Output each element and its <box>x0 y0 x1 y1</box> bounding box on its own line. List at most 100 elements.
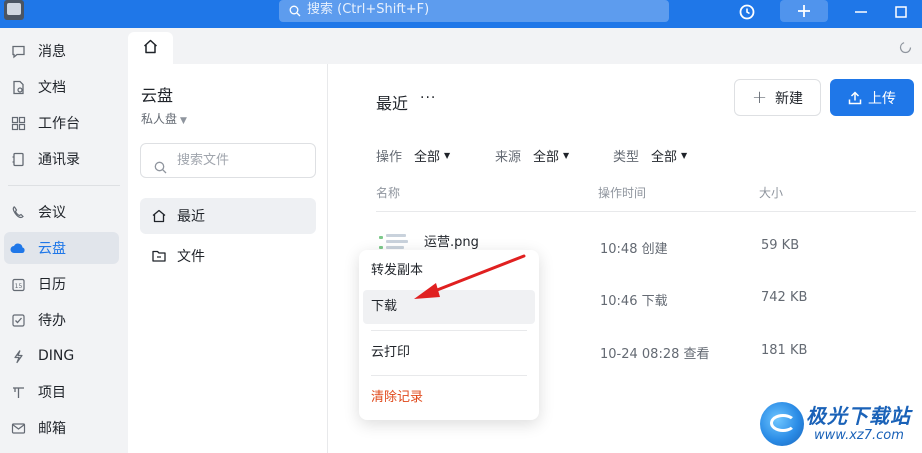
nav-item-label: 工作台 <box>38 116 80 132</box>
watermark-brand: 极光下载站 <box>806 404 911 428</box>
filter-label: 来源 <box>495 150 522 165</box>
nav-item-contacts[interactable]: 通讯录 <box>4 143 119 175</box>
chevron-down-icon: ▼ <box>180 116 187 126</box>
tab-home[interactable] <box>128 32 173 64</box>
nav-item-label: 消息 <box>38 44 66 60</box>
upload-button[interactable]: 上传 <box>830 79 914 116</box>
filter-type[interactable]: 类型 全部 ▼ <box>613 146 687 165</box>
nav-item-messages[interactable]: 消息 <box>4 35 119 67</box>
watermark-logo-icon <box>760 402 804 446</box>
message-icon <box>10 43 26 59</box>
header-divider <box>376 211 916 212</box>
nav-item-cloud-drive[interactable]: 云盘 <box>4 232 119 264</box>
nav-item-label: 邮箱 <box>38 421 66 437</box>
new-button-label: 新建 <box>775 90 804 107</box>
search-icon <box>289 4 301 24</box>
plus-icon: + <box>751 87 768 108</box>
upload-button-label: 上传 <box>868 90 896 107</box>
nav-item-project[interactable]: 项目 <box>4 376 119 408</box>
drive-switcher[interactable]: 私人盘 ▼ <box>141 110 187 127</box>
filter-operation[interactable]: 操作 全部 ▼ <box>376 146 450 165</box>
row-time: 10:48 创建 <box>600 242 668 257</box>
global-search-input[interactable]: 搜索 (Ctrl+Shift+F) <box>279 0 669 22</box>
nav-item-label: 会议 <box>38 205 66 221</box>
ding-icon <box>10 348 26 364</box>
file-search-placeholder: 搜索文件 <box>177 153 230 168</box>
file-search-input[interactable]: 搜索文件 <box>140 143 316 178</box>
nav-item-ding[interactable]: DING <box>4 340 119 372</box>
filter-value: 全部 <box>533 150 560 165</box>
svg-text:15: 15 <box>14 283 22 290</box>
nav-item-workbench[interactable]: 工作台 <box>4 107 119 139</box>
folder-icon <box>151 248 167 264</box>
column-header-time[interactable]: 操作时间 <box>598 184 646 201</box>
menu-item-cloud-print[interactable]: 云打印 <box>363 336 535 370</box>
drive-title: 云盘 <box>141 86 174 105</box>
nav-item-calendar[interactable]: 15 日历 <box>4 268 119 300</box>
nav-item-docs[interactable]: 文档 <box>4 71 119 103</box>
drive-menu-label: 最近 <box>177 209 205 225</box>
column-header-name[interactable]: 名称 <box>376 184 400 201</box>
search-icon <box>154 154 167 187</box>
menu-item-clear-record[interactable]: 清除记录 <box>363 381 535 415</box>
nav-item-label: 文档 <box>38 80 66 96</box>
nav-item-label: 云盘 <box>38 241 66 257</box>
todo-icon <box>10 312 26 328</box>
caret-down-icon: ▼ <box>444 151 451 160</box>
file-name[interactable]: 运营.png <box>424 231 479 250</box>
section-title: 最近 <box>376 94 409 113</box>
menu-divider <box>371 330 527 331</box>
caret-down-icon: ▼ <box>563 151 570 160</box>
maximize-icon[interactable] <box>892 0 910 24</box>
upload-icon <box>848 90 862 105</box>
refresh-icon[interactable] <box>898 40 912 54</box>
home-icon <box>142 38 159 59</box>
filter-value: 全部 <box>651 150 678 165</box>
workbench-icon <box>10 115 26 131</box>
watermark: 极光下载站 www.xz7.com <box>760 398 920 450</box>
drive-panel: 云盘 私人盘 ▼ 搜索文件 最近 文件 <box>128 64 328 453</box>
row-time: 10:46 下载 <box>600 294 668 309</box>
drive-subtitle: 私人盘 <box>141 112 178 126</box>
caret-down-icon: ▼ <box>681 151 688 160</box>
row-size: 59 KB <box>761 238 800 253</box>
nav-item-label: 通讯录 <box>38 152 80 168</box>
tab-strip <box>128 28 922 64</box>
row-size: 742 KB <box>761 290 808 305</box>
row-time: 10-24 08:28 查看 <box>600 347 710 362</box>
cloud-icon <box>10 240 26 256</box>
more-icon[interactable]: ··· <box>420 90 436 106</box>
project-icon <box>10 384 26 400</box>
nav-divider <box>8 185 120 186</box>
annotation-arrow <box>414 254 526 299</box>
title-bar: 搜索 (Ctrl+Shift+F) <box>0 0 922 28</box>
nav-item-label: 项目 <box>38 385 66 401</box>
filter-value: 全部 <box>414 150 441 165</box>
add-button[interactable] <box>780 0 828 22</box>
calendar-icon: 15 <box>10 276 26 292</box>
nav-item-label: 待办 <box>38 313 66 329</box>
contacts-icon <box>10 151 26 167</box>
nav-item-todo[interactable]: 待办 <box>4 304 119 336</box>
minimize-icon[interactable] <box>852 0 870 24</box>
filter-source[interactable]: 来源 全部 ▼ <box>495 146 569 165</box>
drive-menu-recent[interactable]: 最近 <box>140 198 316 234</box>
drive-menu-label: 文件 <box>177 249 205 265</box>
row-size: 181 KB <box>761 343 808 358</box>
main-sidebar: 消息 文档 工作台 通讯录 会议 云盘 15 日历 待办 DING 项目 邮箱 <box>0 28 128 453</box>
meeting-icon <box>10 204 26 220</box>
drive-menu-files[interactable]: 文件 <box>140 238 316 274</box>
nav-item-meeting[interactable]: 会议 <box>4 196 119 228</box>
column-header-size[interactable]: 大小 <box>759 184 783 201</box>
history-icon[interactable] <box>736 0 758 24</box>
watermark-url: www.xz7.com <box>814 428 904 443</box>
filter-label: 类型 <box>613 150 640 165</box>
new-button[interactable]: + 新建 <box>734 79 821 116</box>
nav-item-label: DING <box>38 348 75 364</box>
home-icon <box>151 208 167 224</box>
mail-icon <box>10 420 26 436</box>
nav-item-label: 日历 <box>38 277 66 293</box>
menu-divider <box>371 375 527 376</box>
app-avatar[interactable] <box>4 0 24 20</box>
nav-item-mail[interactable]: 邮箱 <box>4 412 119 444</box>
